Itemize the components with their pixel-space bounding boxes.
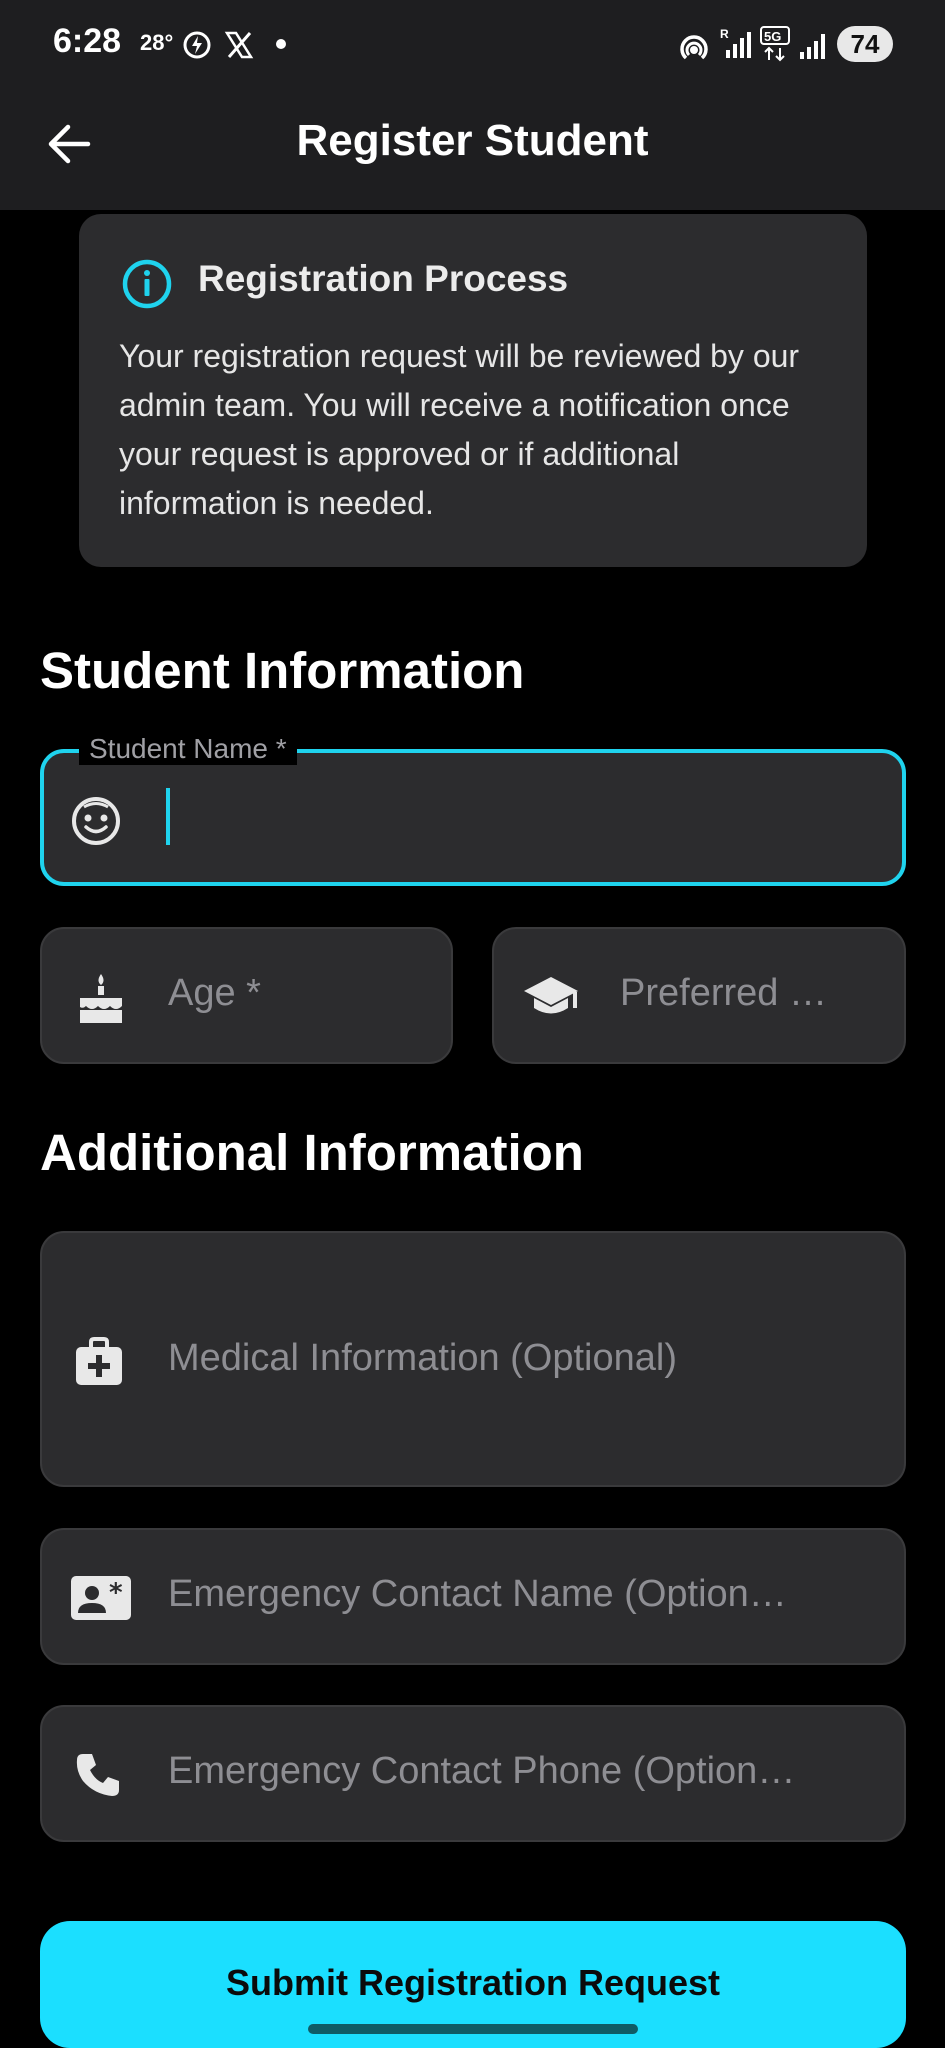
roaming-signal-icon: R — [720, 27, 751, 58]
app-bar: Register Student — [0, 90, 945, 210]
registration-info-card: Registration Process Your registration r… — [79, 214, 867, 567]
info-icon — [122, 259, 172, 309]
medical-information-field[interactable]: Medical Information (Optional) — [40, 1231, 906, 1487]
notification-dot-icon — [276, 39, 286, 49]
emergency-contact-name-placeholder: Emergency Contact Name (Option… — [168, 1573, 787, 1615]
age-placeholder: Age * — [168, 972, 261, 1014]
cake-icon — [80, 974, 122, 1023]
status-temperature: 28° — [140, 30, 174, 55]
signal-icon — [800, 34, 825, 59]
x-logo-icon — [224, 31, 254, 59]
flash-icon — [183, 31, 211, 59]
phone-icon — [76, 1754, 119, 1796]
info-card-title: Registration Process — [198, 258, 569, 299]
page-title: Register Student — [296, 116, 649, 165]
medical-kit-icon — [76, 1337, 122, 1385]
preferred-placeholder: Preferred … — [620, 972, 827, 1014]
svg-text:R: R — [720, 27, 729, 41]
hotspot-icon — [680, 35, 708, 60]
status-bar: 6:28 28° R 5G 74 — [0, 0, 945, 90]
info-card-body: Your registration request will be review… — [119, 338, 800, 521]
emergency-contact-name-field[interactable]: * Emergency Contact Name (Option… — [40, 1528, 906, 1665]
additional-information-heading: Additional Information — [40, 1124, 584, 1181]
preferred-field[interactable]: Preferred … — [492, 927, 906, 1064]
emergency-contact-phone-field[interactable]: Emergency Contact Phone (Option… — [40, 1705, 906, 1842]
text-cursor — [166, 788, 170, 845]
svg-text:5G: 5G — [764, 29, 781, 44]
status-time: 6:28 — [53, 22, 122, 60]
contact-card-icon: * — [71, 1576, 131, 1620]
graduation-cap-icon — [524, 977, 578, 1014]
5g-icon: 5G — [760, 26, 790, 62]
emergency-contact-phone-placeholder: Emergency Contact Phone (Option… — [168, 1750, 796, 1792]
student-name-label: Student Name * — [79, 733, 297, 765]
svg-text:*: * — [109, 1578, 123, 1608]
home-indicator[interactable] — [308, 2024, 638, 2034]
face-icon — [72, 797, 120, 845]
battery-level: 74 — [837, 26, 893, 62]
medical-information-placeholder: Medical Information (Optional) — [168, 1337, 677, 1379]
submit-registration-label: Submit Registration Request — [225, 1961, 721, 2003]
age-field[interactable]: Age * — [40, 927, 453, 1064]
student-information-heading: Student Information — [40, 642, 525, 699]
